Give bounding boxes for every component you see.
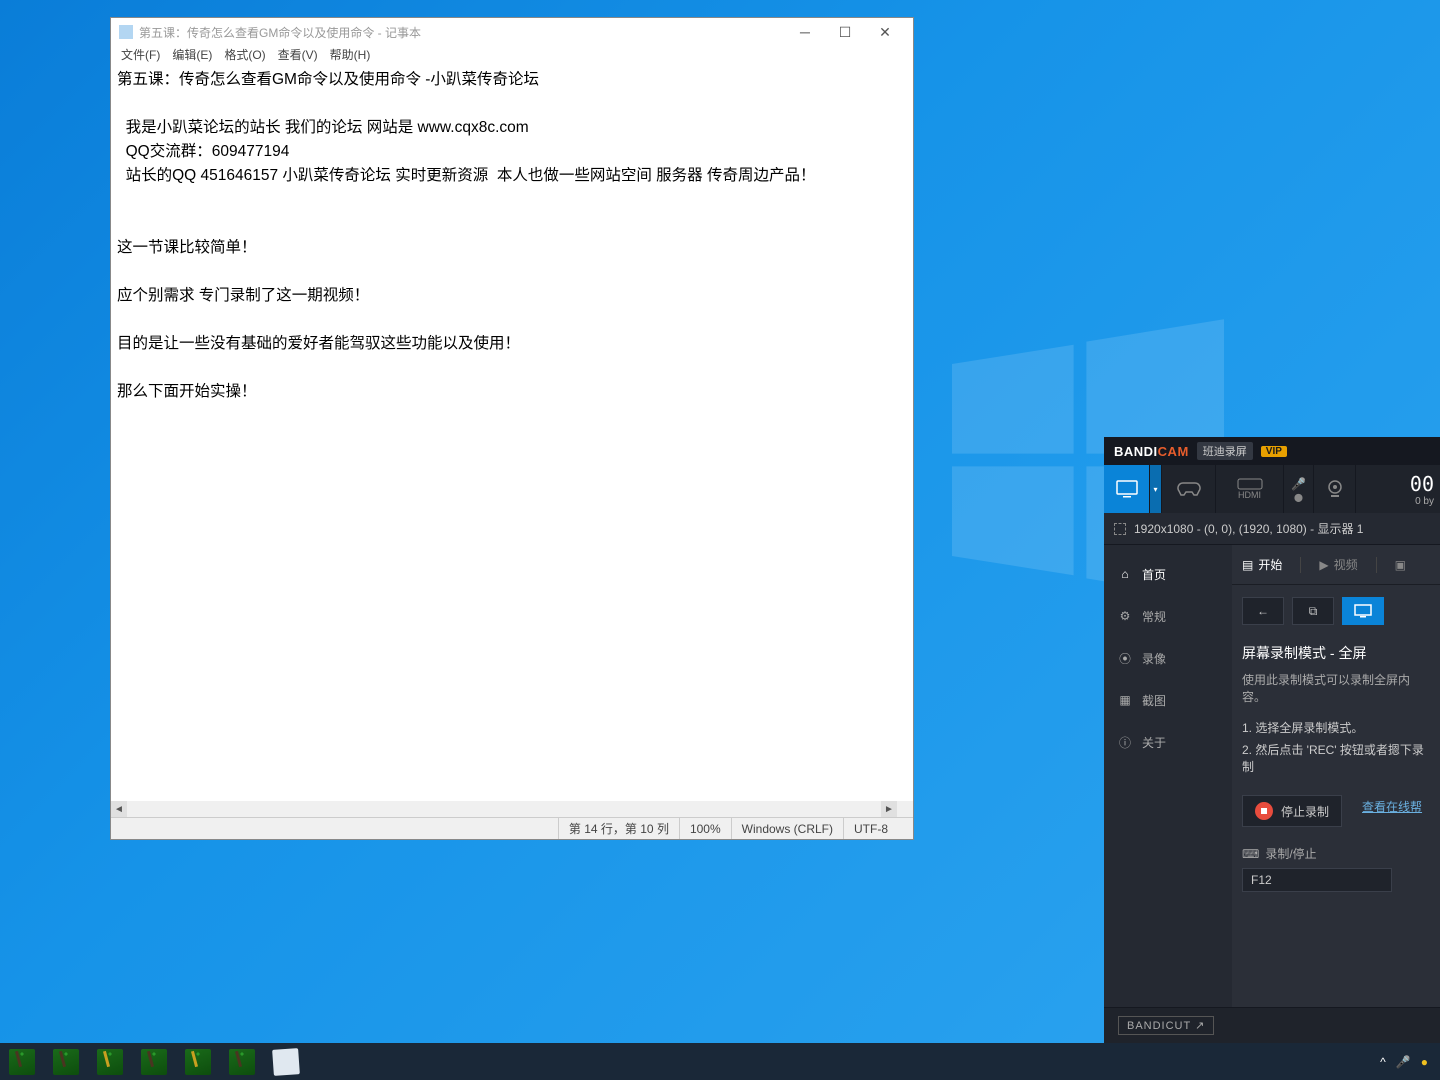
taskbar-item[interactable]: [88, 1043, 132, 1080]
taskbar-item[interactable]: [132, 1043, 176, 1080]
tab-video[interactable]: ▶视频: [1319, 556, 1357, 573]
keyboard-icon: ⌨: [1242, 847, 1259, 861]
menu-file[interactable]: 文件(F): [115, 46, 166, 66]
scroll-left-icon[interactable]: ◄: [111, 801, 127, 817]
sidebar-item-image[interactable]: ▦截图: [1104, 679, 1232, 721]
status-encoding: UTF-8: [843, 818, 913, 839]
statusbar: 第 14 行，第 10 列 100% Windows (CRLF) UTF-8: [111, 817, 913, 839]
record-icon: ⦿: [1118, 650, 1132, 667]
screen-mode-dropdown[interactable]: ▾: [1150, 465, 1162, 513]
back-button[interactable]: ←: [1242, 597, 1284, 625]
mode-toolbar: ▾ HDMI 🎤⬤ 00 0 by: [1104, 465, 1440, 513]
taskbar-item[interactable]: [0, 1043, 44, 1080]
text-area[interactable]: 第五课：传奇怎么查看GM命令以及使用命令 -小趴菜传奇论坛 我是小趴菜论坛的站长…: [111, 66, 913, 801]
step-2: 2. 然后点击 'REC' 按钮或者摁下录制: [1242, 741, 1430, 775]
home-icon: ⌂: [1118, 567, 1132, 581]
capture-info: 1920x1080 - (0, 0), (1920, 1080) - 显示器 1: [1134, 520, 1363, 537]
tray-status-icon[interactable]: ●: [1421, 1055, 1428, 1069]
window-title: 第五课：传奇怎么查看GM命令以及使用命令 - 记事本: [139, 24, 785, 41]
play-icon: ▶: [1319, 558, 1328, 572]
bandicam-window: BANDICAM 班迪录屏 VIP ▾ HDMI 🎤⬤ 00 0 by 1920…: [1104, 437, 1440, 1043]
titlebar[interactable]: 第五课：传奇怎么查看GM命令以及使用命令 - 记事本 ─ ☐ ✕: [111, 18, 913, 46]
screen-mode-button[interactable]: [1104, 465, 1150, 513]
menu-help[interactable]: 帮助(H): [324, 46, 377, 66]
bandicut-button[interactable]: BANDICUT ↗: [1118, 1016, 1214, 1035]
maximize-button[interactable]: ☐: [825, 18, 865, 46]
tabbar: ▤开始 ▶视频 ▣: [1232, 545, 1440, 585]
folder-icon: ▤: [1242, 558, 1253, 572]
notepad-window: 第五课：传奇怎么查看GM命令以及使用命令 - 记事本 ─ ☐ ✕ 文件(F) 编…: [110, 17, 914, 840]
system-tray: ^ 🎤 ●: [1380, 1055, 1440, 1069]
taskbar-item-notepad[interactable]: [264, 1043, 308, 1080]
scroll-right-icon[interactable]: ►: [881, 801, 897, 817]
capture-info-bar[interactable]: 1920x1080 - (0, 0), (1920, 1080) - 显示器 1: [1104, 513, 1440, 545]
taskbar-item[interactable]: [220, 1043, 264, 1080]
bandicam-logo: BANDICAM: [1114, 444, 1189, 459]
fullscreen-button[interactable]: [1342, 597, 1384, 625]
notepad-icon: [119, 25, 133, 39]
sidebar: ⌂首页 ⚙常规 ⦿录像 ▦截图 ⓘ关于: [1104, 545, 1232, 1007]
hotkey-input[interactable]: F12: [1242, 868, 1392, 892]
picture-icon: ▣: [1395, 558, 1406, 572]
sidebar-item-video[interactable]: ⦿录像: [1104, 637, 1232, 679]
bandicam-titlebar[interactable]: BANDICAM 班迪录屏 VIP: [1104, 437, 1440, 465]
menu-edit[interactable]: 编辑(E): [166, 46, 218, 66]
section-title: 屏幕录制模式 - 全屏: [1242, 643, 1430, 663]
step-1: 1. 选择全屏录制模式。: [1242, 719, 1430, 736]
bandicam-footer: BANDICUT ↗: [1104, 1007, 1440, 1043]
selection-icon: [1114, 523, 1126, 535]
tab-image[interactable]: ▣: [1395, 558, 1406, 572]
section-desc: 使用此录制模式可以录制全屏内容。: [1242, 671, 1430, 705]
taskbar: ^ 🎤 ●: [0, 1043, 1440, 1080]
taskbar-item[interactable]: [176, 1043, 220, 1080]
h-scrollbar[interactable]: ◄ ►: [111, 801, 913, 817]
device-mode-button[interactable]: HDMI: [1216, 465, 1284, 513]
image-icon: ▦: [1118, 693, 1132, 707]
window-select-button[interactable]: ⧉: [1292, 597, 1334, 625]
sidebar-item-general[interactable]: ⚙常规: [1104, 595, 1232, 637]
hotkey-label: ⌨录制/停止: [1242, 845, 1430, 862]
info-icon: ⓘ: [1118, 734, 1132, 751]
close-button[interactable]: ✕: [865, 18, 905, 46]
tray-mic-icon[interactable]: 🎤: [1396, 1055, 1411, 1069]
status-position: 第 14 行，第 10 列: [558, 818, 679, 839]
audio-mode-button[interactable]: 🎤⬤: [1284, 465, 1314, 513]
counter: 00 0 by: [1356, 465, 1440, 513]
stop-icon: [1255, 802, 1273, 820]
gear-icon: ⚙: [1118, 609, 1132, 623]
menubar: 文件(F) 编辑(E) 格式(O) 查看(V) 帮助(H): [111, 46, 913, 66]
tray-chevron-icon[interactable]: ^: [1380, 1055, 1386, 1069]
tab-start[interactable]: ▤开始: [1242, 556, 1282, 573]
stop-record-button[interactable]: 停止录制: [1242, 795, 1342, 827]
main-panel: ▤开始 ▶视频 ▣ ← ⧉ 屏幕录制模式 - 全屏 使用此录制模式可以录制全屏内…: [1232, 545, 1440, 1007]
vip-badge: VIP: [1261, 446, 1287, 457]
game-mode-button[interactable]: [1162, 465, 1216, 513]
status-zoom: 100%: [679, 818, 731, 839]
menu-format[interactable]: 格式(O): [218, 46, 271, 66]
sidebar-item-home[interactable]: ⌂首页: [1104, 553, 1232, 595]
minimize-button[interactable]: ─: [785, 18, 825, 46]
taskbar-item[interactable]: [44, 1043, 88, 1080]
bandicam-subtitle: 班迪录屏: [1197, 442, 1253, 460]
webcam-mode-button[interactable]: [1314, 465, 1356, 513]
history-row: ← ⧉: [1232, 585, 1440, 637]
status-eol: Windows (CRLF): [731, 818, 843, 839]
help-link[interactable]: 查看在线帮: [1362, 798, 1422, 815]
sidebar-item-about[interactable]: ⓘ关于: [1104, 721, 1232, 763]
menu-view[interactable]: 查看(V): [272, 46, 324, 66]
